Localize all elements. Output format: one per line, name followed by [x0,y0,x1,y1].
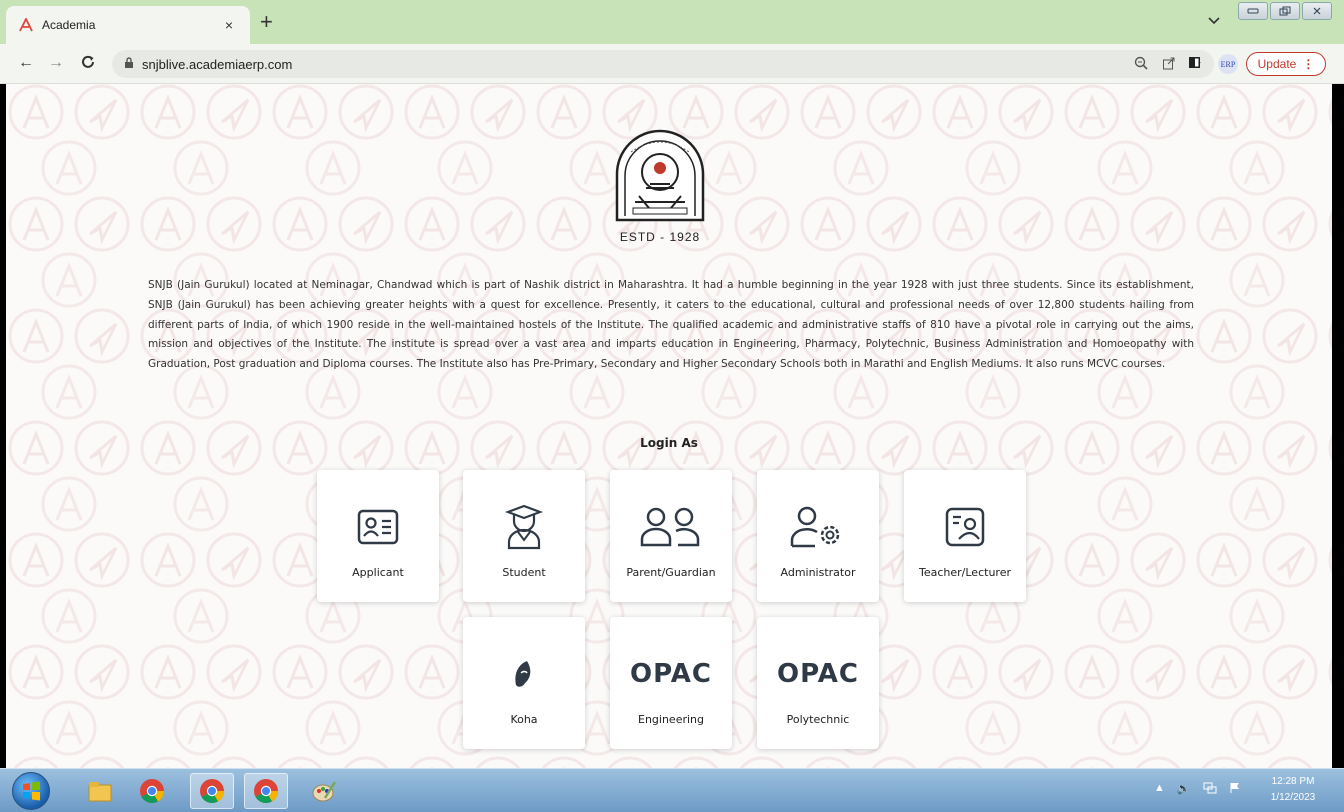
teacher-board-icon [945,504,985,550]
login-page: ESTD - 1928 SNJB (Jain Gurukul) located … [6,84,1332,768]
explorer-taskbar-icon[interactable] [78,773,122,809]
login-card-opac-polytechnic[interactable]: OPAC Polytechnic [757,617,879,749]
close-window-button[interactable] [1302,2,1332,20]
login-as-heading: Login As [640,436,698,450]
reload-icon[interactable] [78,54,98,75]
system-tray: ▲ 🔈 [1154,782,1241,797]
users-icon [640,504,702,550]
menu-kebab-icon[interactable]: ⋮ [1302,57,1314,71]
card-label: Applicant [352,566,404,579]
clock-date: 1/12/2023 [1270,792,1316,803]
start-button[interactable] [12,772,50,810]
zoom-icon[interactable] [1134,56,1148,73]
tab-title: Academia [42,18,96,32]
volume-icon[interactable]: 🔈 [1177,782,1191,797]
chrome-profile-taskbar-icon[interactable] [244,773,288,809]
back-arrow-icon[interactable]: ← [16,54,36,72]
browser-tab-strip: Academia × + [0,0,1344,44]
window-controls [1238,2,1332,20]
card-label: Koha [510,713,538,726]
clock-time: 12:28 PM [1271,776,1315,787]
minimize-button[interactable] [1238,2,1268,20]
login-card-koha[interactable]: Koha [463,617,585,749]
card-label: Engineering [638,713,704,726]
opac-logo-text: OPAC [630,659,712,689]
lock-icon[interactable] [124,56,134,72]
tab-search-dropdown-icon[interactable] [1208,14,1220,28]
update-button[interactable]: Update ⋮ [1246,52,1326,76]
login-card-parent-guardian[interactable]: Parent/Guardian [610,470,732,602]
card-label: Administrator [780,566,856,579]
paint-taskbar-icon[interactable] [302,773,346,809]
login-card-teacher-lecturer[interactable]: Teacher/Lecturer [904,470,1026,602]
chrome-erp-taskbar-icon[interactable] [190,773,234,809]
url-text: snjblive.academiaerp.com [142,56,293,72]
academia-logo-icon [18,17,34,33]
address-bar[interactable]: snjblive.academiaerp.com ☆ [112,50,1214,78]
system-clock[interactable]: 12:28 PM 1/12/2023 [1258,774,1328,806]
institute-description: SNJB (Jain Gurukul) located at Neminagar… [148,279,1194,371]
network-icon[interactable] [1203,782,1217,797]
tab-close-icon[interactable]: × [220,17,238,33]
opac-logo-icon: OPAC [777,651,859,697]
graduate-icon [505,504,543,550]
login-card-applicant[interactable]: Applicant [317,470,439,602]
chrome-taskbar-icon[interactable] [130,773,174,809]
koha-leaf-icon [513,651,535,697]
card-label: Teacher/Lecturer [919,566,1011,579]
side-panel-icon[interactable] [1188,56,1201,72]
action-center-flag-icon[interactable] [1229,782,1241,797]
card-label: Student [502,566,546,579]
windows-logo-icon [23,781,40,801]
established-year: ESTD - 1928 [619,230,701,244]
snjb-seal-icon [615,129,705,222]
id-card-icon [357,504,399,550]
share-icon[interactable] [1162,56,1176,73]
scrollbar-edge [1332,84,1344,768]
erp-extension-icon[interactable]: ERP [1218,54,1238,74]
login-card-student[interactable]: Student [463,470,585,602]
card-label: Parent/Guardian [626,566,716,579]
user-gear-icon [789,504,847,550]
restore-button[interactable] [1270,2,1300,20]
login-card-opac-engineering[interactable]: OPAC Engineering [610,617,732,749]
windows-taskbar: ▲ 🔈 12:28 PM 1/12/2023 [0,768,1344,812]
opac-logo-text: OPAC [777,659,859,689]
browser-toolbar: ← → snjblive.academiaerp.com ☆ ERP Updat… [0,44,1344,84]
card-label: Polytechnic [786,713,850,726]
forward-arrow-icon[interactable]: → [46,54,66,72]
institute-logo: ESTD - 1928 [605,122,715,262]
login-card-administrator[interactable]: Administrator [757,470,879,602]
show-hidden-icons-icon[interactable]: ▲ [1154,782,1165,797]
browser-tab-academia[interactable]: Academia × [6,6,250,44]
new-tab-button[interactable]: + [260,11,273,33]
update-label: Update [1257,57,1297,71]
opac-logo-icon: OPAC [630,651,712,697]
